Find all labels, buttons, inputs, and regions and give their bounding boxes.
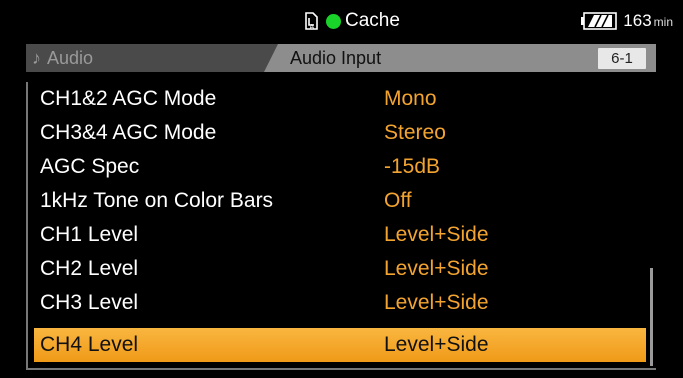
status-bar: A Cache 163 min xyxy=(0,0,683,40)
menu-item-1khz-tone[interactable]: 1kHz Tone on Color Bars Off xyxy=(34,184,646,218)
media-status: A Cache xyxy=(300,8,400,34)
media-card-icon: A xyxy=(300,10,322,32)
menu-item-value: -15dB xyxy=(384,155,441,178)
menu-item-value: Level+Side xyxy=(384,333,489,356)
cache-label: Cache xyxy=(345,10,400,31)
menu-item-label: CH1&2 AGC Mode xyxy=(40,87,217,110)
menu-item-value: Level+Side xyxy=(384,291,489,314)
menu-item-label: 1kHz Tone on Color Bars xyxy=(40,189,274,212)
menu-item-ch4-level[interactable]: CH4 Level Level+Side xyxy=(34,328,646,362)
battery-unit: min xyxy=(653,15,673,29)
battery-remaining: 163 min xyxy=(623,11,673,31)
page-number-badge: 6-1 xyxy=(598,48,646,69)
battery-status: 163 min xyxy=(581,10,673,32)
menu-item-label: CH1 Level xyxy=(40,223,139,246)
battery-value: 163 xyxy=(623,11,652,30)
tab-audio-label: Audio xyxy=(47,47,94,68)
music-note-icon: ♪ xyxy=(32,47,41,68)
menu-item-label: CH4 Level xyxy=(40,333,139,356)
scrollbar[interactable] xyxy=(650,268,653,366)
menu-item-label: AGC Spec xyxy=(40,155,140,178)
menu-item-ch2-level[interactable]: CH2 Level Level+Side xyxy=(34,252,646,286)
menu-item-ch3-level[interactable]: CH3 Level Level+Side xyxy=(34,286,646,320)
menu-item-agc-spec[interactable]: AGC Spec -15dB xyxy=(34,150,646,184)
menu-item-value: Level+Side xyxy=(384,223,489,246)
battery-icon xyxy=(581,12,618,30)
menu-item-label: CH3&4 AGC Mode xyxy=(40,121,217,144)
menu-item-value: Off xyxy=(384,189,412,212)
menu-list: CH1&2 AGC Mode Mono CH3&4 AGC Mode Stere… xyxy=(26,82,656,370)
menu-item-value: Level+Side xyxy=(384,257,489,280)
menu-item-label: CH2 Level xyxy=(40,257,139,280)
menu-item-ch1-level[interactable]: CH1 Level Level+Side xyxy=(34,218,646,252)
tab-audio[interactable]: ♪ Audio xyxy=(26,44,266,72)
camera-menu-screen: A Cache 163 min ♪ Audio Audio Input 6-1 … xyxy=(0,0,683,378)
cache-indicator-icon xyxy=(326,13,341,29)
menu-item-label: CH3 Level xyxy=(40,291,139,314)
menu-item-ch34-agc-mode[interactable]: CH3&4 AGC Mode Stereo xyxy=(34,116,646,150)
page-title: Audio Input xyxy=(290,47,382,68)
menu-header: ♪ Audio Audio Input 6-1 xyxy=(26,44,656,72)
menu-item-value: Stereo xyxy=(384,121,446,144)
menu-item-value: Mono xyxy=(384,87,437,110)
svg-text:A: A xyxy=(310,24,315,31)
menu-item-ch12-agc-mode[interactable]: CH1&2 AGC Mode Mono xyxy=(34,82,646,116)
